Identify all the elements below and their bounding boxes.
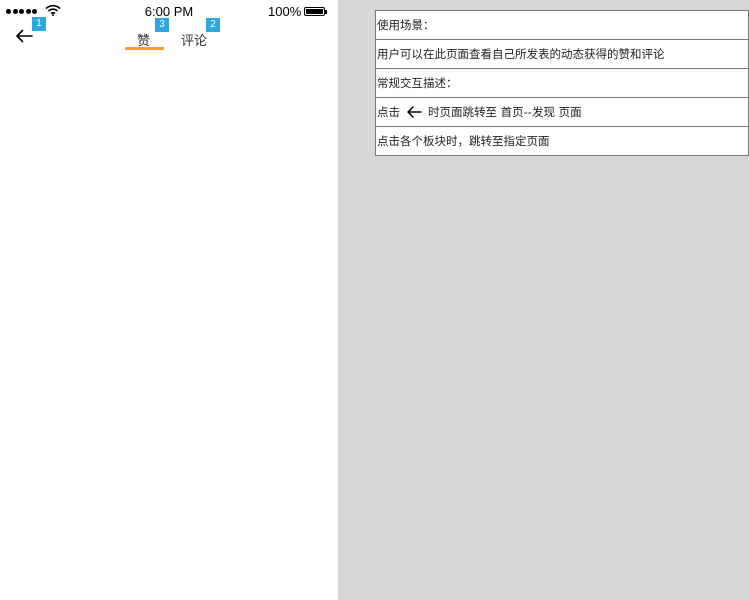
note-usage-title: 使用场景： [376, 11, 749, 40]
screen: 6:00 PM 100% 1 赞 3 评论 2 使用场景： 用户可以在此页面查看… [0, 0, 749, 600]
active-tab-indicator [125, 47, 164, 50]
note-back-desc: 点击 时页面跳转至 首页--发现 页面 [376, 98, 749, 127]
annotation-badge-back: 1 [32, 17, 46, 31]
annotation-badge-like: 3 [155, 18, 169, 32]
note-back-suffix: 时页面跳转至 首页--发现 页面 [428, 105, 582, 119]
battery-icon [304, 7, 327, 16]
annotation-badge-comment: 2 [206, 18, 220, 32]
note-interaction-title: 常规交互描述： [376, 69, 749, 98]
note-back-prefix: 点击 [377, 105, 400, 119]
battery-percent: 100% [268, 4, 302, 19]
annotation-notes-table: 使用场景： 用户可以在此页面查看自己所发表的动态获得的赞和评论 常规交互描述： … [375, 10, 749, 156]
arrow-left-icon [407, 105, 422, 118]
status-bar: 6:00 PM 100% [0, 0, 338, 24]
arrow-left-icon [16, 29, 33, 43]
phone-screen: 6:00 PM 100% 1 赞 3 评论 2 [0, 0, 338, 600]
note-usage-desc: 用户可以在此页面查看自己所发表的动态获得的赞和评论 [376, 40, 749, 69]
note-block-desc: 点击各个板块时，跳转至指定页面 [376, 127, 749, 156]
tab-comment[interactable]: 评论 [181, 30, 207, 49]
